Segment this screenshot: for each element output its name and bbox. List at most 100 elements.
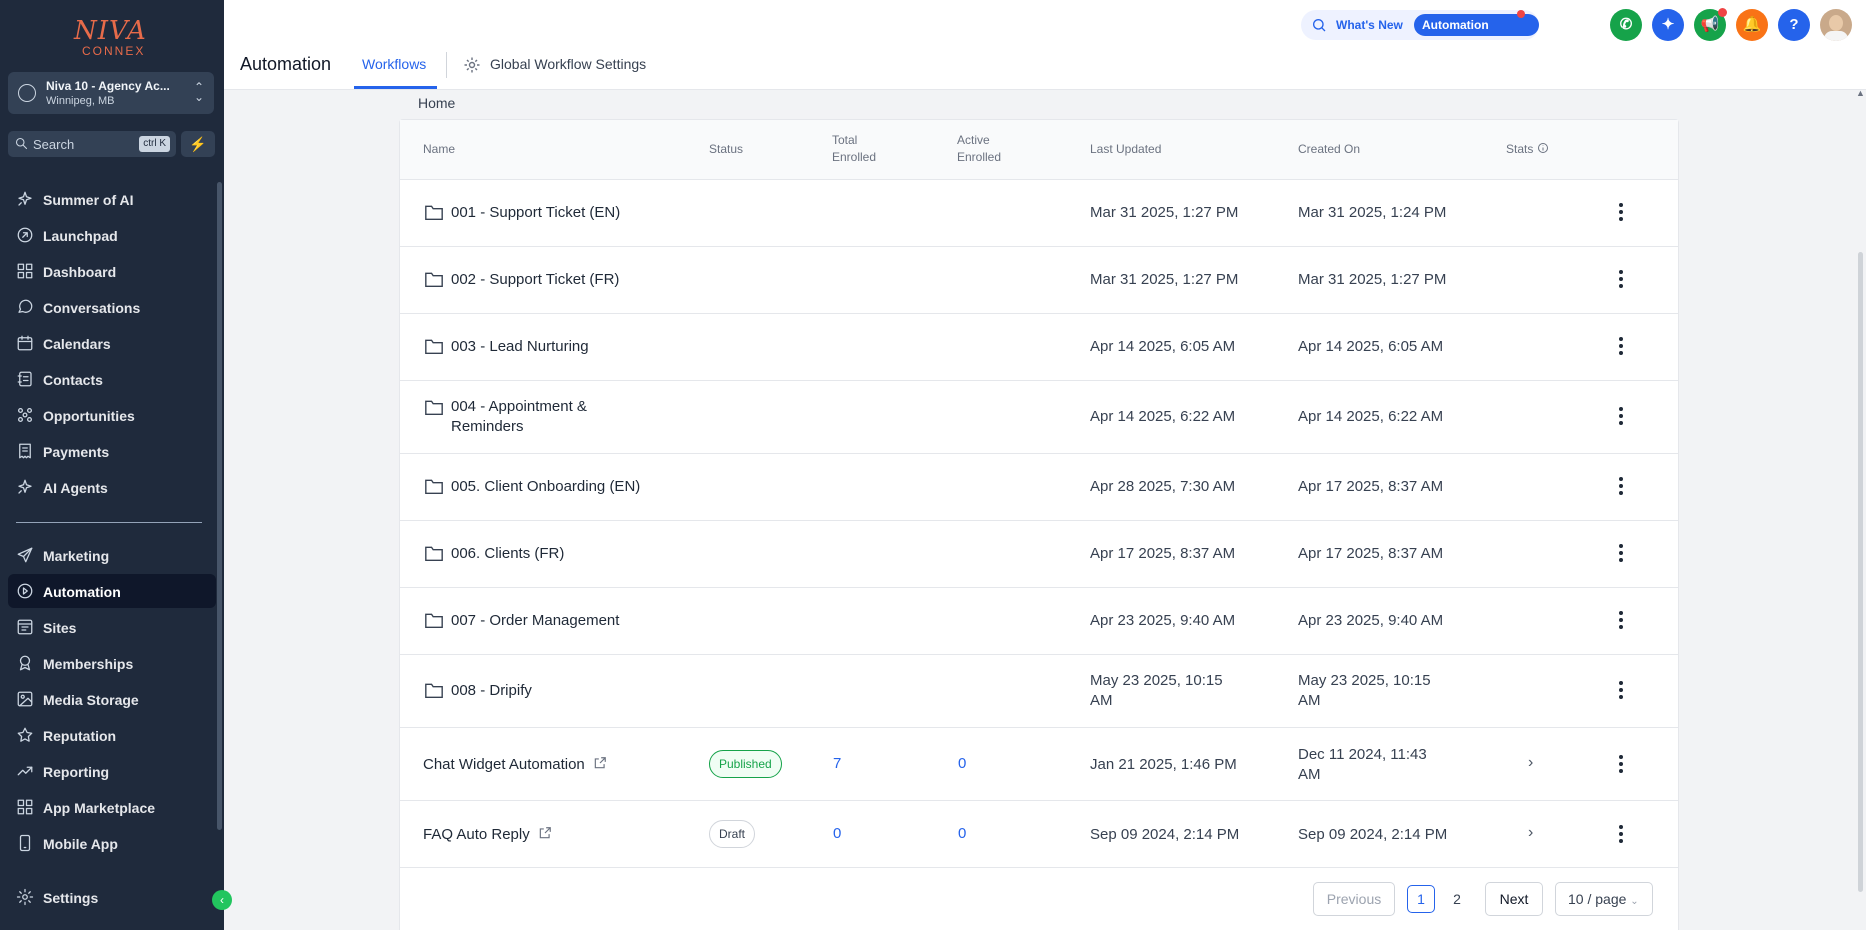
table-row[interactable]: 005. Client Onboarding (EN) Apr 28 2025,…: [400, 454, 1678, 521]
more-options-icon[interactable]: [1618, 203, 1624, 223]
row-name[interactable]: 004 - Appointment & Reminders: [451, 397, 587, 437]
external-link-icon[interactable]: [538, 826, 552, 840]
sidebar-item-settings[interactable]: Settings: [8, 880, 216, 914]
more-options-icon[interactable]: [1618, 270, 1624, 290]
row-name[interactable]: FAQ Auto Reply: [423, 825, 552, 845]
scrollbar-thumb[interactable]: [1858, 252, 1863, 892]
table-row[interactable]: 001 - Support Ticket (EN) Mar 31 2025, 1…: [400, 180, 1678, 247]
sidebar-search[interactable]: Search ctrl K: [8, 131, 176, 157]
sidebar-item-summer-of-ai[interactable]: Summer of AI: [8, 182, 216, 216]
row-name[interactable]: 007 - Order Management: [451, 611, 619, 631]
row-name[interactable]: 006. Clients (FR): [451, 544, 564, 564]
sidebar-item-marketing[interactable]: Marketing: [8, 538, 216, 572]
sidebar-item-label: AI Agents: [43, 480, 108, 496]
tab-workflows[interactable]: Workflows: [362, 56, 426, 72]
table-row[interactable]: 007 - Order Management Apr 23 2025, 9:40…: [400, 588, 1678, 655]
logo[interactable]: NIVA CONNEX: [68, 14, 156, 58]
star-icon: [17, 727, 33, 742]
row-active-enrolled[interactable]: 0: [958, 755, 966, 772]
row-total-enrolled[interactable]: 7: [833, 755, 841, 772]
table-row[interactable]: 004 - Appointment & Reminders Apr 14 2025…: [400, 381, 1678, 454]
breadcrumb[interactable]: Home: [418, 95, 455, 111]
scroll-up-icon: ▲: [1856, 88, 1865, 98]
more-options-icon[interactable]: [1618, 544, 1624, 564]
table-row[interactable]: FAQ Auto Reply Draft 0 0 Sep 09 2024, 2:…: [400, 801, 1678, 868]
rocket-icon: [17, 227, 33, 243]
row-name[interactable]: 008 - Dripify: [451, 681, 532, 701]
sidebar-item-launchpad[interactable]: Launchpad: [8, 218, 216, 252]
sidebar-item-sites[interactable]: Sites: [8, 610, 216, 644]
sidebar-item-calendars[interactable]: Calendars: [8, 326, 216, 360]
sidebar-item-label: Payments: [43, 444, 110, 460]
avatar[interactable]: [1820, 9, 1852, 41]
status-badge: Published: [709, 750, 782, 778]
help-button[interactable]: ?: [1778, 9, 1810, 41]
folder-icon: [425, 479, 443, 495]
row-active-enrolled[interactable]: 0: [958, 825, 966, 842]
row-name[interactable]: 003 - Lead Nurturing: [451, 337, 589, 357]
sidebar-item-reputation[interactable]: Reputation: [8, 718, 216, 752]
announcements-button[interactable]: 📢: [1694, 8, 1727, 41]
sidebar-item-memberships[interactable]: Memberships: [8, 646, 216, 680]
more-options-icon[interactable]: [1618, 755, 1624, 775]
row-total-enrolled[interactable]: 0: [833, 825, 841, 842]
page-1-button[interactable]: 1: [1407, 885, 1435, 913]
more-options-icon[interactable]: [1618, 825, 1624, 845]
more-options-icon[interactable]: [1618, 477, 1624, 497]
more-options-icon[interactable]: [1618, 611, 1624, 631]
sidebar-item-opportunities[interactable]: Opportunities: [8, 398, 216, 432]
row-created-on: Apr 23 2025, 9:40 AM: [1298, 612, 1444, 629]
row-name[interactable]: 002 - Support Ticket (FR): [451, 270, 619, 290]
collapse-sidebar-button[interactable]: ‹: [212, 890, 232, 910]
phone-icon: [19, 834, 31, 852]
avatar-face: [1829, 15, 1843, 31]
row-last-updated: Apr 14 2025, 6:22 AM: [1090, 408, 1236, 425]
sidebar-item-automation[interactable]: Automation: [8, 574, 216, 608]
table-row[interactable]: Chat Widget Automation Published 7 0 Jan…: [400, 728, 1678, 801]
sidebar-scrollbar[interactable]: [217, 182, 222, 830]
sidebar-item-media-storage[interactable]: Media Storage: [8, 682, 216, 716]
sites-icon: [17, 619, 33, 635]
phone-button[interactable]: ✆: [1610, 9, 1642, 41]
page-size-select[interactable]: 10 / page ⌄: [1555, 882, 1653, 916]
external-link-icon[interactable]: [593, 756, 607, 770]
table-row[interactable]: 003 - Lead Nurturing Apr 14 2025, 6:05 A…: [400, 314, 1678, 381]
more-options-icon[interactable]: [1618, 681, 1624, 701]
tab-separator: [446, 52, 447, 78]
row-last-updated: Apr 28 2025, 7:30 AM: [1090, 478, 1236, 495]
table-row[interactable]: 002 - Support Ticket (FR) Mar 31 2025, 1…: [400, 247, 1678, 314]
table-row[interactable]: 006. Clients (FR) Apr 17 2025, 8:37 AM A…: [400, 521, 1678, 588]
image-icon: [17, 691, 33, 707]
chevron-right-icon[interactable]: ›: [1528, 754, 1533, 772]
row-last-updated: Jan 21 2025, 1:46 PM: [1090, 756, 1237, 773]
sidebar-item-app-marketplace[interactable]: App Marketplace: [8, 790, 216, 824]
ai-assistant-button[interactable]: ✦: [1652, 9, 1684, 41]
sidebar-item-payments[interactable]: Payments: [8, 434, 216, 468]
quick-actions-button[interactable]: ⚡: [181, 131, 215, 157]
gear-icon: [464, 57, 480, 73]
row-name[interactable]: 005. Client Onboarding (EN): [451, 477, 640, 497]
table-row[interactable]: 008 - Dripify May 23 2025, 10:15 AM May 2…: [400, 655, 1678, 728]
sidebar-item-dashboard[interactable]: Dashboard: [8, 254, 216, 288]
more-options-icon[interactable]: [1618, 337, 1624, 357]
sidebar-item-conversations[interactable]: Conversations: [8, 290, 216, 324]
account-switcher[interactable]: Niva 10 - Agency Ac... Winnipeg, MB ⌃ ⌄: [8, 72, 214, 114]
row-name[interactable]: Chat Widget Automation: [423, 755, 607, 775]
previous-page-button[interactable]: Previous: [1313, 882, 1395, 916]
sidebar-item-ai-agents[interactable]: AI Agents: [8, 470, 216, 504]
next-page-button[interactable]: Next: [1485, 882, 1543, 916]
whats-new-banner[interactable]: What's New Automation Updates: [1301, 10, 1539, 54]
page-2-button[interactable]: 2: [1443, 885, 1471, 913]
chevron-right-icon[interactable]: ›: [1528, 824, 1533, 842]
sidebar-item-mobile-app[interactable]: Mobile App: [8, 826, 216, 860]
more-options-icon[interactable]: [1618, 407, 1624, 427]
row-name[interactable]: 001 - Support Ticket (EN): [451, 203, 620, 223]
sidebar-item-reporting[interactable]: Reporting: [8, 754, 216, 788]
chevron-left-icon: ‹: [220, 893, 224, 907]
sidebar-item-contacts[interactable]: Contacts: [8, 362, 216, 396]
logo-sub: CONNEX: [82, 44, 146, 58]
opportunities-icon: [17, 407, 33, 423]
notifications-button[interactable]: 🔔: [1736, 9, 1768, 41]
page-scrollbar[interactable]: ▲: [1856, 88, 1865, 930]
search-icon: [15, 137, 28, 150]
